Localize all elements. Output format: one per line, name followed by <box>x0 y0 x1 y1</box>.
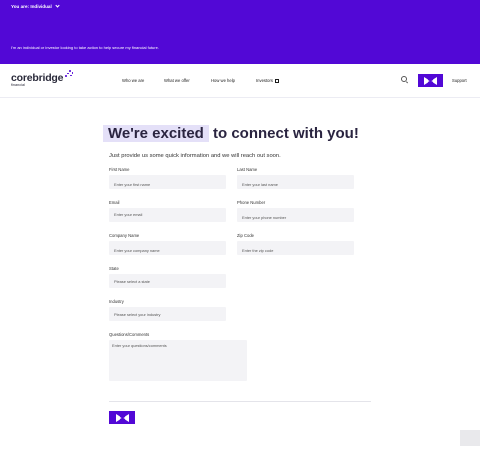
external-link-icon <box>274 78 279 83</box>
page-title: We're excited to connect with you! <box>103 125 359 142</box>
last-name-placeholder: Enter your last name <box>242 182 278 187</box>
form-divider <box>109 401 371 402</box>
industry-placeholder: Please select your industry <box>114 311 161 317</box>
audience-banner: You are: Individual I'm an individual or… <box>0 0 480 64</box>
first-name-placeholder: Enter your first name <box>114 182 151 187</box>
submit-button[interactable] <box>109 411 135 424</box>
zip-placeholder: Enter the zip code <box>242 248 274 253</box>
last-name-field[interactable]: Enter your last name <box>237 175 354 189</box>
login-button[interactable] <box>418 74 443 87</box>
state-select[interactable]: Please select a state <box>109 274 226 288</box>
nav-who-we-are[interactable]: Who we are <box>122 78 144 83</box>
nav-what-we-offer[interactable]: What we offer <box>164 78 190 83</box>
email-field[interactable]: Enter your email <box>109 208 226 222</box>
comments-placeholder: Enter your questions/comments <box>112 343 167 348</box>
chevron-down-icon <box>55 3 60 8</box>
brand-mark-icon <box>424 76 437 85</box>
industry-select[interactable]: Please select your industry <box>109 307 226 321</box>
state-placeholder: Please select a state <box>114 278 150 284</box>
page-subtitle: Just provide us some quick information a… <box>109 153 281 159</box>
main-nav: corebridge financial <box>0 64 480 98</box>
company-label: Company Name <box>109 233 140 238</box>
page-title-highlight: We're excited <box>103 125 209 142</box>
email-placeholder: Enter your email <box>114 212 143 217</box>
industry-label: Industry <box>109 299 124 304</box>
nav-investors-label: Investors <box>256 78 273 83</box>
state-label: State <box>109 266 119 271</box>
nav-support[interactable]: Support <box>452 78 467 83</box>
audience-selector[interactable]: You are: Individual <box>11 3 60 9</box>
company-field[interactable]: Enter your company name <box>109 241 226 255</box>
comments-label: Questions/Comments <box>109 332 150 337</box>
company-placeholder: Enter your company name <box>114 248 160 253</box>
nav-how-we-help[interactable]: How we help <box>211 78 235 83</box>
phone-placeholder: Enter your phone number <box>242 215 287 220</box>
phone-field[interactable]: Enter your phone number <box>237 208 354 222</box>
first-name-label: First Name <box>109 167 130 172</box>
comments-textarea[interactable]: Enter your questions/comments <box>109 340 247 381</box>
brand-mark-icon <box>115 413 129 422</box>
zip-field[interactable]: Enter the zip code <box>237 241 354 255</box>
scroll-to-top-button[interactable] <box>460 430 480 446</box>
last-name-label: Last Name <box>237 167 258 172</box>
brand-logo[interactable]: corebridge financial <box>11 70 74 87</box>
email-label: Email <box>109 200 120 205</box>
logo-dots-icon <box>63 70 74 78</box>
first-name-field[interactable]: Enter your first name <box>109 175 226 189</box>
nav-investors[interactable]: Investors <box>256 78 279 83</box>
search-icon[interactable] <box>401 76 407 82</box>
page-title-rest: to connect with you! <box>213 125 359 142</box>
audience-tagline: I'm an individual or investor looking to… <box>11 45 159 50</box>
audience-selector-label: You are: Individual <box>11 4 52 9</box>
zip-label: Zip Code <box>237 233 254 238</box>
phone-label: Phone Number <box>237 200 266 205</box>
